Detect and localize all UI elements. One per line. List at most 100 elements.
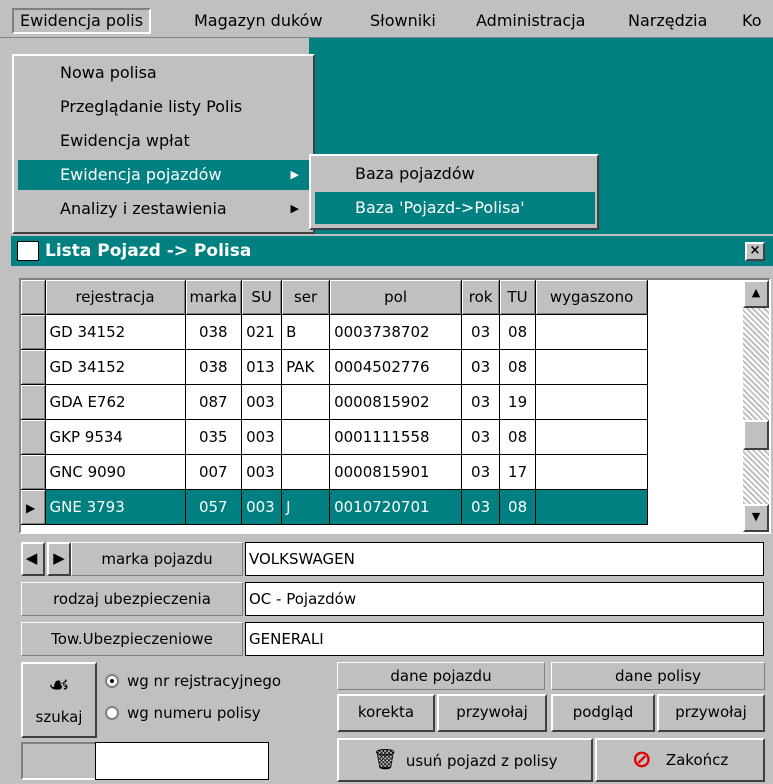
table-cell[interactable]: B xyxy=(281,314,331,350)
table-cell[interactable]: 003 xyxy=(241,454,283,490)
menu-item-ewidencja-wplat[interactable]: Ewidencja wpłat xyxy=(18,126,311,156)
col-su[interactable]: SU xyxy=(241,280,283,315)
table-cell[interactable]: 08 xyxy=(499,489,537,525)
row-indicator[interactable] xyxy=(21,384,46,420)
table-cell[interactable] xyxy=(535,314,649,350)
table-cell[interactable] xyxy=(535,384,649,420)
table-cell[interactable] xyxy=(535,489,649,525)
last-record-button[interactable]: ▶ xyxy=(47,542,71,576)
radio-numer-polisy[interactable]: wg numeru polisy xyxy=(105,704,261,722)
col-rejestracja[interactable]: rejestracja xyxy=(45,280,186,315)
table-cell[interactable]: 003 xyxy=(241,384,283,420)
scroll-thumb[interactable] xyxy=(743,420,769,450)
table-cell[interactable]: GKP 9534 xyxy=(45,419,186,455)
table-cell[interactable]: 08 xyxy=(499,419,537,455)
search-input[interactable] xyxy=(95,742,269,780)
table-cell[interactable]: PAK xyxy=(281,349,331,385)
table-cell[interactable]: 03 xyxy=(461,384,501,420)
row-indicator[interactable] xyxy=(21,454,46,490)
radio-nr-rejestracyjnego[interactable]: wg nr rejstracyjnego xyxy=(105,672,281,690)
table-cell[interactable]: 0003738702 xyxy=(329,314,463,350)
table-cell[interactable]: GNC 9090 xyxy=(45,454,186,490)
col-marka[interactable]: marka xyxy=(185,280,243,315)
col-wygaszono[interactable]: wygaszono xyxy=(535,280,649,315)
table-cell[interactable]: 003 xyxy=(241,419,283,455)
table-cell[interactable]: 17 xyxy=(499,454,537,490)
table-cell[interactable]: 057 xyxy=(185,489,243,525)
menu-item-nowa-polisa[interactable]: Nowa polisa xyxy=(18,58,311,88)
menu-magazyn-dukow[interactable]: Magazyn duków xyxy=(188,8,329,34)
zakoncz-button[interactable]: ⊘ Zakończ xyxy=(595,738,765,782)
marka-field[interactable]: VOLKSWAGEN xyxy=(245,542,764,576)
table-cell[interactable]: GD 34152 xyxy=(45,349,186,385)
table-row[interactable]: GNC 9090 007 003 0000815901 03 17 xyxy=(21,454,649,490)
table-cell[interactable]: 03 xyxy=(461,454,501,490)
table-cell[interactable]: 087 xyxy=(185,384,243,420)
menu-ko[interactable]: Ko xyxy=(736,8,767,34)
menu-ewidencja-polis[interactable]: Ewidencja polis xyxy=(12,8,152,34)
table-row[interactable]: GDA E762 087 003 0000815902 03 19 xyxy=(21,384,649,420)
first-record-button[interactable]: ◀ xyxy=(21,542,45,576)
table-cell[interactable] xyxy=(535,349,649,385)
usun-pojazd-button[interactable]: 🗑 usuń pojazd z polisy xyxy=(337,738,593,782)
row-indicator[interactable] xyxy=(21,314,46,350)
table-cell[interactable] xyxy=(281,454,331,490)
row-indicator[interactable] xyxy=(21,349,46,385)
table-cell[interactable]: 007 xyxy=(185,454,243,490)
table-cell[interactable]: GDA E762 xyxy=(45,384,186,420)
rodzaj-field[interactable]: OC - Pojazdów xyxy=(245,582,764,616)
row-indicator[interactable]: ▶ xyxy=(21,489,46,525)
scroll-up-button[interactable]: ▲ xyxy=(743,280,769,308)
col-rok[interactable]: rok xyxy=(461,280,501,315)
table-cell[interactable]: 0000815902 xyxy=(329,384,463,420)
close-button[interactable]: × xyxy=(745,242,765,261)
menu-item-analizy[interactable]: Analizy i zestawienia ▶ xyxy=(18,194,311,224)
submenu-item-baza-pojazdow[interactable]: Baza pojazdów xyxy=(315,158,595,190)
table-cell[interactable]: 03 xyxy=(461,489,501,525)
table-cell[interactable] xyxy=(281,384,331,420)
scroll-down-button[interactable]: ▼ xyxy=(743,504,769,532)
table-cell[interactable]: 0001111558 xyxy=(329,419,463,455)
table-row[interactable]: GD 34152 038 013 PAK 0004502776 03 08 xyxy=(21,349,649,385)
table-cell[interactable]: 038 xyxy=(185,314,243,350)
table-cell[interactable]: 0004502776 xyxy=(329,349,463,385)
table-row[interactable]: ▶ GNE 3793 057 003 J 0010720701 03 08 xyxy=(21,489,649,525)
table-cell[interactable]: 035 xyxy=(185,419,243,455)
table-cell[interactable]: 03 xyxy=(461,349,501,385)
table-cell[interactable]: GNE 3793 xyxy=(45,489,186,525)
row-indicator[interactable] xyxy=(21,419,46,455)
tow-field[interactable]: GENERALI xyxy=(245,622,764,656)
table-cell[interactable]: J xyxy=(281,489,331,525)
table-cell[interactable]: 021 xyxy=(241,314,283,350)
table-cell[interactable]: 0000815901 xyxy=(329,454,463,490)
table-cell[interactable] xyxy=(535,419,649,455)
table-cell[interactable]: 038 xyxy=(185,349,243,385)
col-ser[interactable]: ser xyxy=(281,280,331,315)
table-cell[interactable]: 08 xyxy=(499,314,537,350)
przywolaj-pojazd-button[interactable]: przywołaj xyxy=(437,694,547,732)
table-cell[interactable]: 03 xyxy=(461,419,501,455)
table-cell[interactable]: 0010720701 xyxy=(329,489,463,525)
col-tu[interactable]: TU xyxy=(499,280,537,315)
menu-slowniki[interactable]: Słowniki xyxy=(364,8,442,34)
table-row[interactable]: GKP 9534 035 003 0001111558 03 08 xyxy=(21,419,649,455)
menu-narzedzia[interactable]: Narzędzia xyxy=(622,8,713,34)
menu-item-ewidencja-pojazdow[interactable]: Ewidencja pojazdów ▶ xyxy=(18,160,311,190)
korekta-button[interactable]: korekta xyxy=(337,694,435,732)
podglad-button[interactable]: podgląd xyxy=(551,694,655,732)
table-cell[interactable]: GD 34152 xyxy=(45,314,186,350)
table-cell[interactable] xyxy=(281,419,331,455)
col-pol[interactable]: pol xyxy=(329,280,463,315)
search-button[interactable]: ☙ szukaj xyxy=(21,662,97,738)
przywolaj-polisa-button[interactable]: przywołaj xyxy=(657,694,765,732)
table-cell[interactable]: 003 xyxy=(241,489,283,525)
table-row[interactable]: GD 34152 038 021 B 0003738702 03 08 xyxy=(21,314,649,350)
vertical-scrollbar[interactable]: ▲ ▼ xyxy=(743,280,769,532)
table-cell[interactable]: 19 xyxy=(499,384,537,420)
submenu-item-baza-pojazd-polisa[interactable]: Baza 'Pojazd->Polisa' xyxy=(315,192,595,224)
table-cell[interactable]: 013 xyxy=(241,349,283,385)
menu-item-przegladanie-listy[interactable]: Przeglądanie listy Polis xyxy=(18,92,311,122)
table-cell[interactable]: 08 xyxy=(499,349,537,385)
menu-administracja[interactable]: Administracja xyxy=(470,8,591,34)
data-grid[interactable]: rejestracja marka SU ser pol rok TU wyga… xyxy=(19,278,771,534)
